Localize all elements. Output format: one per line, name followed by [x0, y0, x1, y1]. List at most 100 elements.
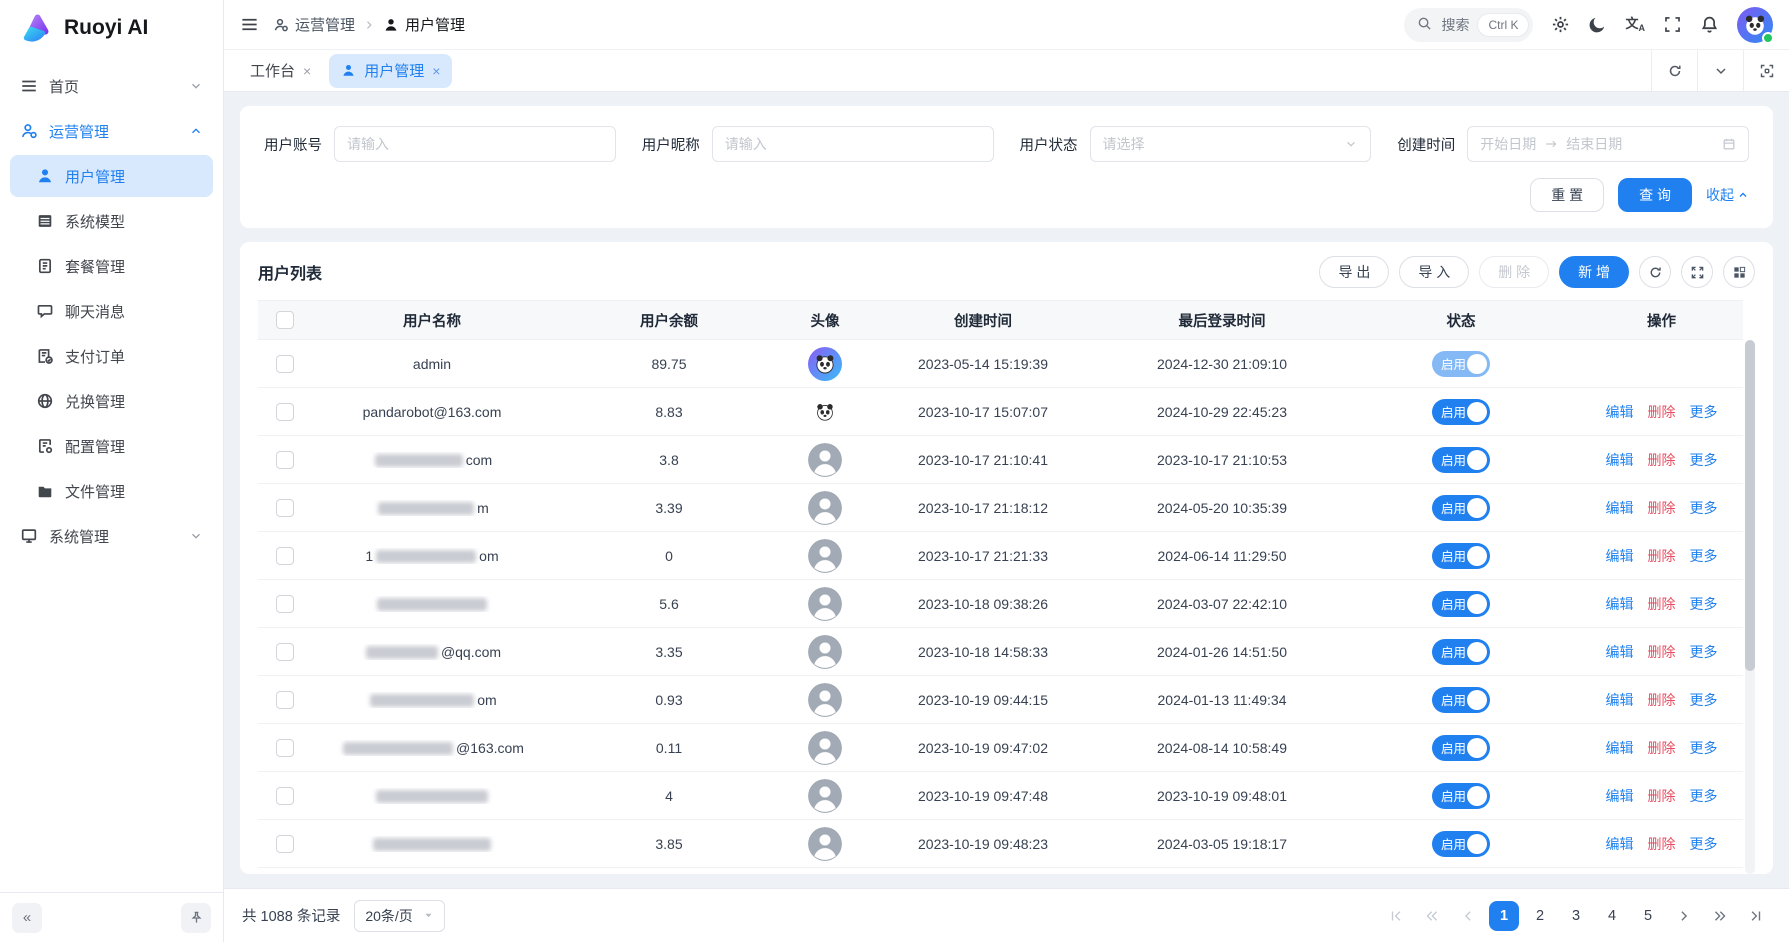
settings-icon[interactable] — [1551, 15, 1570, 34]
edit-link[interactable]: 编辑 — [1606, 836, 1634, 852]
add-button[interactable]: 新 增 — [1559, 256, 1629, 288]
more-link[interactable]: 更多 — [1690, 740, 1718, 756]
edit-link[interactable]: 编辑 — [1606, 644, 1634, 660]
sidebar-pin-button[interactable] — [181, 903, 211, 933]
collapse-filters-button[interactable]: 收起 — [1706, 185, 1749, 205]
sidebar-item-exchange-management[interactable]: 兑换管理 — [10, 380, 213, 422]
delete-link[interactable]: 删除 — [1648, 500, 1676, 516]
edit-link[interactable]: 编辑 — [1606, 740, 1634, 756]
status-toggle[interactable]: 启用 — [1432, 495, 1490, 521]
more-link[interactable]: 更多 — [1690, 692, 1718, 708]
row-checkbox[interactable] — [276, 835, 294, 853]
status-toggle[interactable]: 启用 — [1432, 687, 1490, 713]
delete-link[interactable]: 删除 — [1648, 404, 1676, 420]
pagination-page-5[interactable]: 5 — [1633, 901, 1663, 931]
pagination-page-3[interactable]: 3 — [1561, 901, 1591, 931]
status-toggle[interactable]: 启用 — [1432, 735, 1490, 761]
status-toggle[interactable]: 启用 — [1432, 831, 1490, 857]
status-toggle[interactable]: 启用 — [1432, 447, 1490, 473]
sidebar-item-chat-messages[interactable]: 聊天消息 — [10, 290, 213, 332]
pagination-next-button[interactable] — [1669, 901, 1699, 931]
pagination-page-2[interactable]: 2 — [1525, 901, 1555, 931]
hamburger-menu-icon[interactable] — [240, 15, 259, 34]
row-checkbox[interactable] — [276, 739, 294, 757]
delete-link[interactable]: 删除 — [1648, 836, 1676, 852]
row-checkbox[interactable] — [276, 499, 294, 517]
sidebar-collapse-button[interactable]: « — [12, 903, 42, 933]
status-toggle[interactable]: 启用 — [1432, 351, 1490, 377]
table-columns-button[interactable] — [1723, 256, 1755, 288]
table-refresh-button[interactable] — [1639, 256, 1671, 288]
page-size-select[interactable]: 20条/页 — [354, 900, 444, 932]
delete-link[interactable]: 删除 — [1648, 740, 1676, 756]
pagination-next-group-button[interactable] — [1705, 901, 1735, 931]
row-checkbox[interactable] — [276, 787, 294, 805]
search-button[interactable]: 查 询 — [1618, 178, 1692, 212]
row-checkbox[interactable] — [276, 355, 294, 373]
import-button[interactable]: 导 入 — [1399, 256, 1469, 288]
breadcrumb-item-user-management[interactable]: 用户管理 — [383, 14, 465, 35]
delete-button[interactable]: 删 除 — [1479, 256, 1549, 288]
row-checkbox[interactable] — [276, 451, 294, 469]
user-account-input[interactable]: 请输入 — [334, 126, 616, 162]
sidebar-item-plan-management[interactable]: 套餐管理 — [10, 245, 213, 287]
table-scrollbar[interactable] — [1745, 340, 1755, 874]
edit-link[interactable]: 编辑 — [1606, 452, 1634, 468]
sidebar-item-payment-orders[interactable]: 支付订单 — [10, 335, 213, 377]
theme-moon-icon[interactable] — [1588, 15, 1607, 34]
row-checkbox[interactable] — [276, 595, 294, 613]
pagination-first-button[interactable] — [1381, 901, 1411, 931]
language-translate-icon[interactable]: 文A — [1625, 17, 1645, 33]
sidebar-item-user-management[interactable]: 用户管理 — [10, 155, 213, 197]
more-link[interactable]: 更多 — [1690, 596, 1718, 612]
pagination-prev-button[interactable] — [1453, 901, 1483, 931]
sidebar-item-operations[interactable]: 运营管理 — [10, 110, 213, 152]
user-status-select[interactable]: 请选择 — [1090, 126, 1372, 162]
status-toggle[interactable]: 启用 — [1432, 639, 1490, 665]
sidebar-item-system-management[interactable]: 系统管理 — [10, 515, 213, 557]
pagination-page-1[interactable]: 1 — [1489, 901, 1519, 931]
delete-link[interactable]: 删除 — [1648, 548, 1676, 564]
pagination-page-4[interactable]: 4 — [1597, 901, 1627, 931]
sidebar-item-file-management[interactable]: 文件管理 — [10, 470, 213, 512]
sidebar-item-system-model[interactable]: 系统模型 — [10, 200, 213, 242]
scrollbar-thumb[interactable] — [1745, 340, 1755, 671]
delete-link[interactable]: 删除 — [1648, 452, 1676, 468]
status-toggle[interactable]: 启用 — [1432, 591, 1490, 617]
row-checkbox[interactable] — [276, 691, 294, 709]
row-checkbox[interactable] — [276, 643, 294, 661]
sidebar-item-config-management[interactable]: 配置管理 — [10, 425, 213, 467]
edit-link[interactable]: 编辑 — [1606, 548, 1634, 564]
delete-link[interactable]: 删除 — [1648, 788, 1676, 804]
user-nickname-input[interactable]: 请输入 — [712, 126, 994, 162]
edit-link[interactable]: 编辑 — [1606, 596, 1634, 612]
search-input[interactable]: 搜索 Ctrl K — [1404, 8, 1533, 42]
more-link[interactable]: 更多 — [1690, 452, 1718, 468]
delete-link[interactable]: 删除 — [1648, 644, 1676, 660]
fullscreen-icon[interactable] — [1663, 15, 1682, 34]
edit-link[interactable]: 编辑 — [1606, 788, 1634, 804]
status-toggle[interactable]: 启用 — [1432, 399, 1490, 425]
more-link[interactable]: 更多 — [1690, 404, 1718, 420]
edit-link[interactable]: 编辑 — [1606, 692, 1634, 708]
table-fullscreen-button[interactable] — [1681, 256, 1713, 288]
row-checkbox[interactable] — [276, 403, 294, 421]
tab-options-chevron-icon[interactable] — [1697, 50, 1743, 91]
tab-user-management[interactable]: 用户管理× — [329, 54, 452, 88]
delete-link[interactable]: 删除 — [1648, 692, 1676, 708]
status-toggle[interactable]: 启用 — [1432, 783, 1490, 809]
edit-link[interactable]: 编辑 — [1606, 500, 1634, 516]
refresh-page-icon[interactable] — [1651, 50, 1697, 91]
tab-close-icon[interactable]: × — [432, 63, 440, 79]
pagination-last-button[interactable] — [1741, 901, 1771, 931]
more-link[interactable]: 更多 — [1690, 836, 1718, 852]
edit-link[interactable]: 编辑 — [1606, 404, 1634, 420]
select-all-checkbox[interactable] — [276, 311, 294, 329]
created-time-daterange[interactable]: 开始日期结束日期 — [1467, 126, 1749, 162]
more-link[interactable]: 更多 — [1690, 548, 1718, 564]
breadcrumb-item-operations[interactable]: 运营管理 — [273, 14, 355, 35]
notifications-icon[interactable] — [1700, 15, 1719, 34]
more-link[interactable]: 更多 — [1690, 644, 1718, 660]
more-link[interactable]: 更多 — [1690, 500, 1718, 516]
user-avatar[interactable] — [1737, 7, 1773, 43]
